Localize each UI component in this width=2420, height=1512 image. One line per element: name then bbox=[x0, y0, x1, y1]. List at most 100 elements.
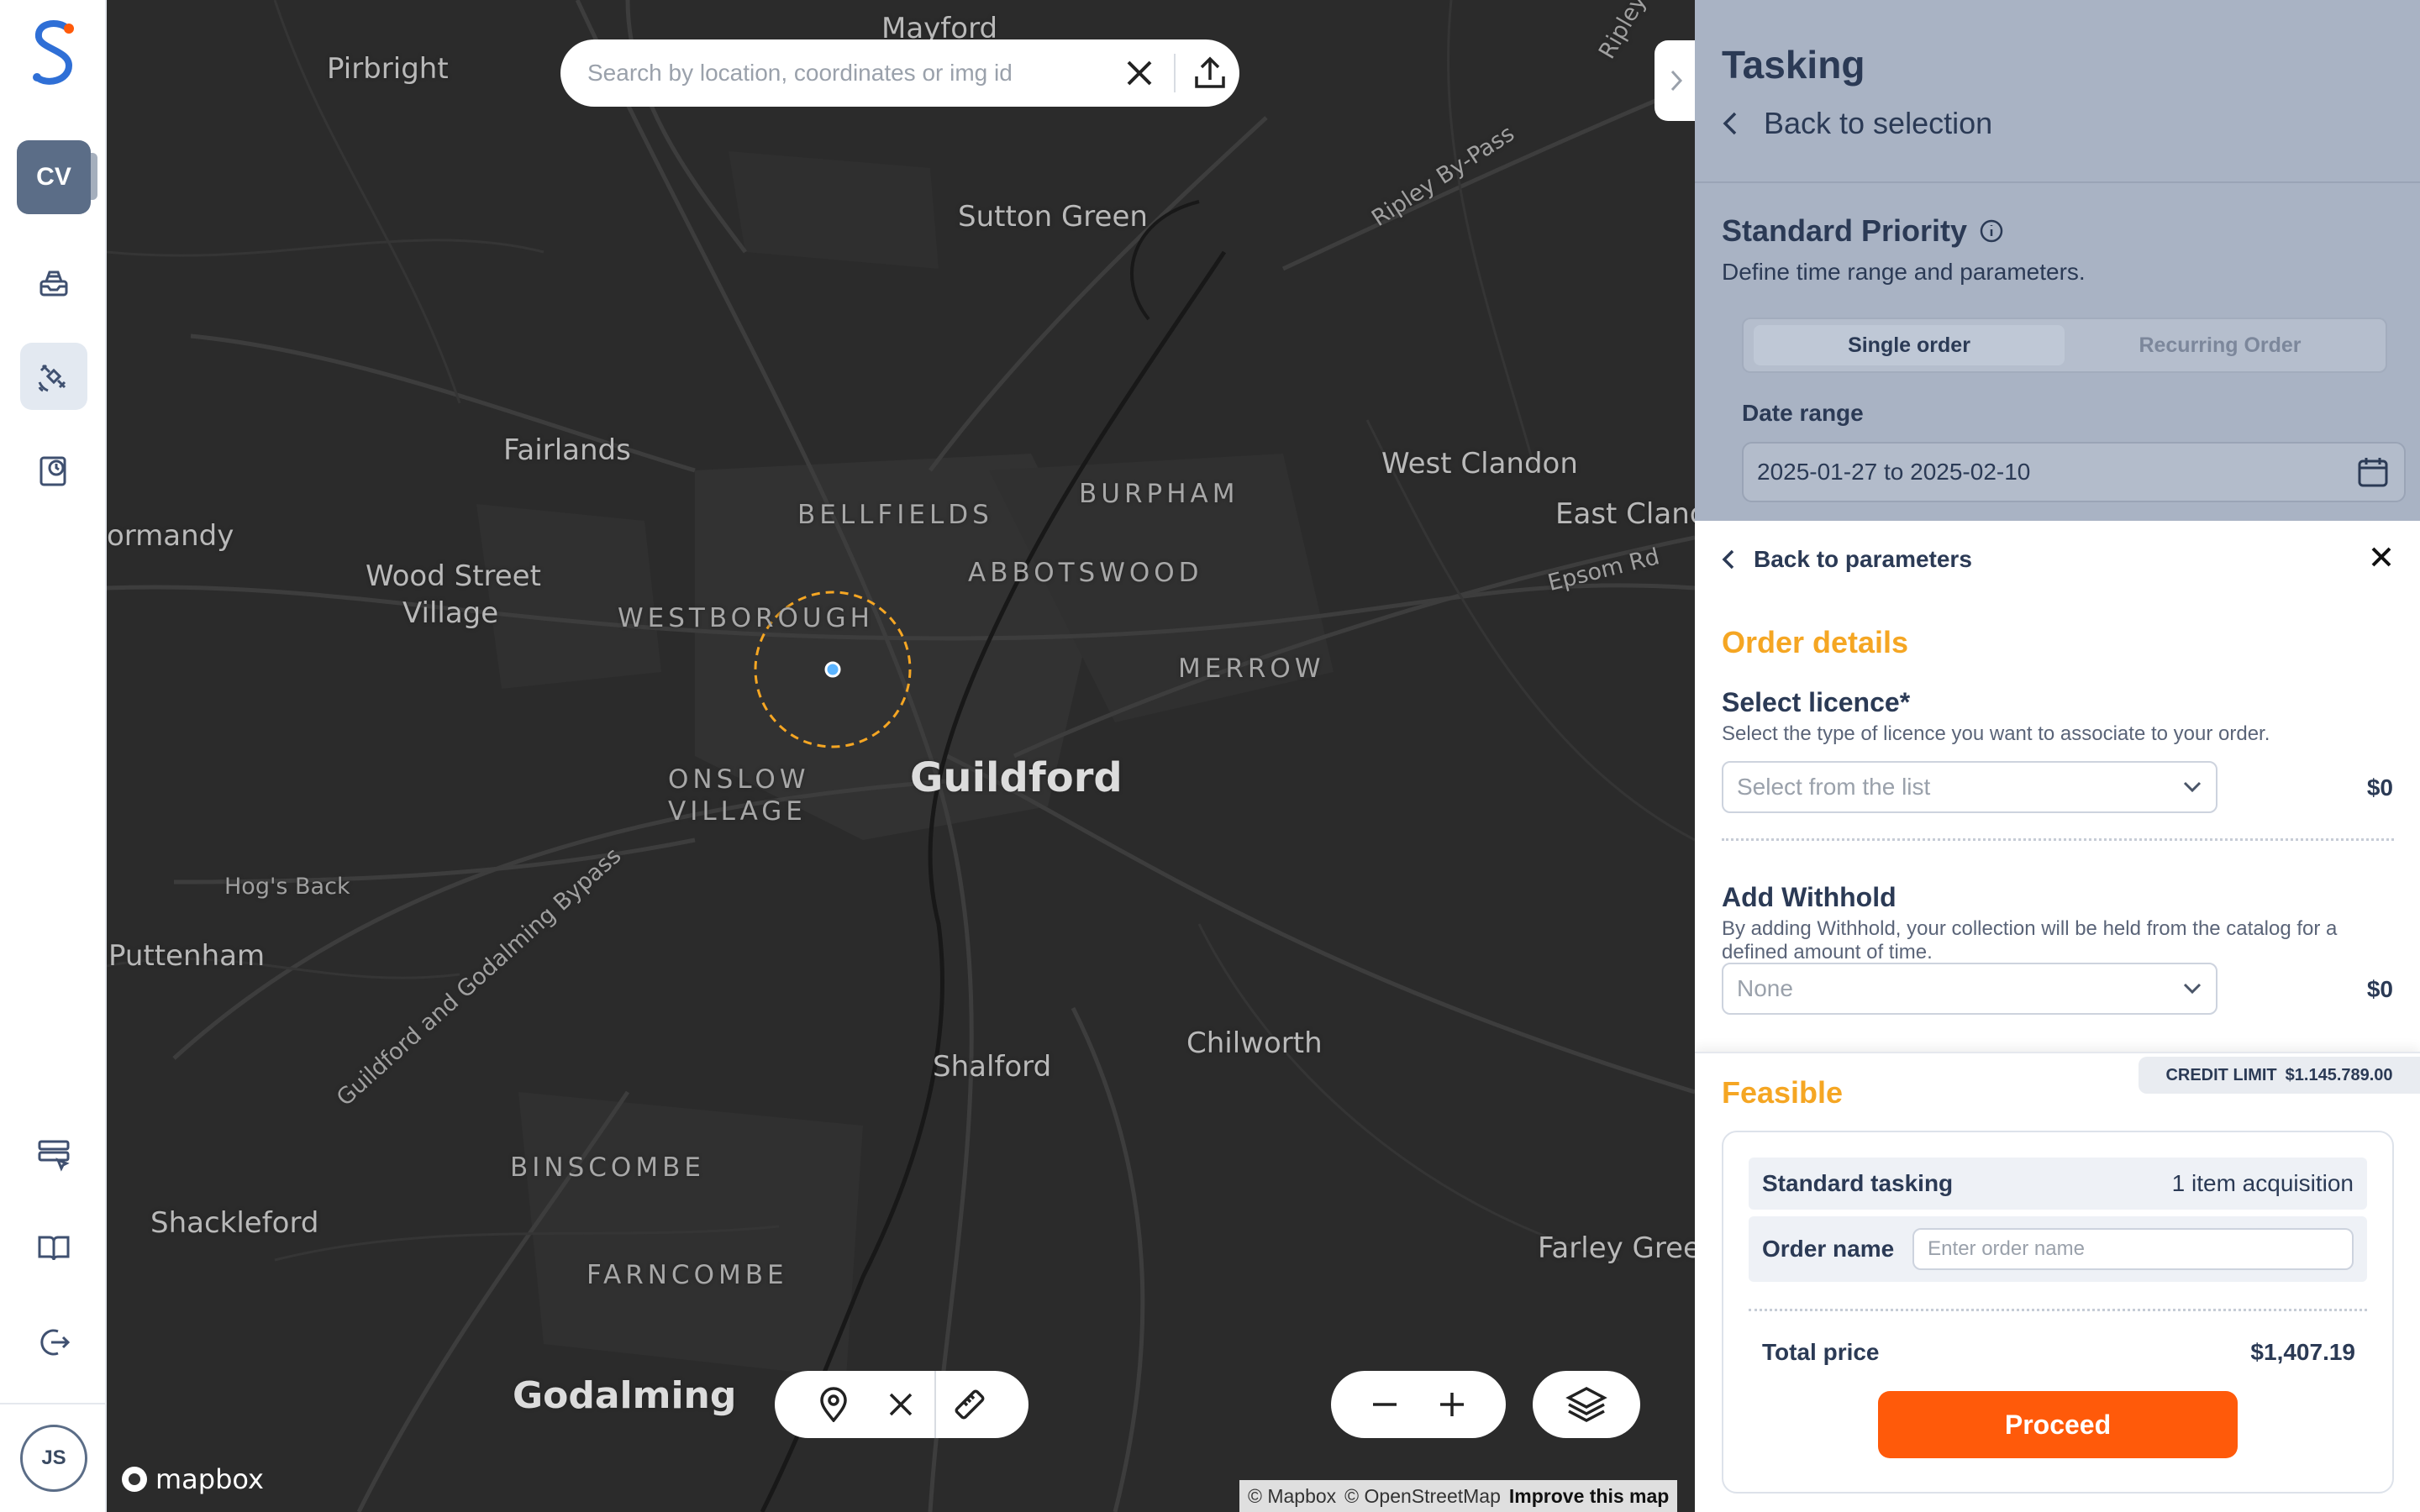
order-name-row: Order name Enter order name bbox=[1749, 1216, 2367, 1282]
panel-title: Tasking bbox=[1722, 43, 1865, 87]
layers-button[interactable] bbox=[1533, 1371, 1640, 1438]
map-label-fairlands: Fairlands bbox=[503, 433, 631, 467]
credit-limit-value: $1.145.789.00 bbox=[2285, 1065, 2393, 1084]
zoom-out-button[interactable] bbox=[1351, 1371, 1418, 1438]
map-label-godalming: Godalming bbox=[513, 1374, 737, 1417]
licence-select-placeholder: Select from the list bbox=[1737, 774, 1931, 800]
mapbox-logo[interactable]: mapbox bbox=[120, 1463, 264, 1495]
nav-item-logout[interactable] bbox=[20, 1309, 87, 1376]
satellite-icon bbox=[38, 364, 66, 392]
single-order-tab[interactable]: Single order bbox=[1754, 325, 2065, 365]
back-to-parameters-label: Back to parameters bbox=[1754, 546, 1972, 572]
zoom-in-button[interactable] bbox=[1418, 1371, 1486, 1438]
total-price-value: $1,407.19 bbox=[2250, 1339, 2355, 1365]
order-details-title: Order details bbox=[1722, 625, 1909, 659]
map-label-guildford: Guildford bbox=[910, 754, 1123, 801]
nav-item-inbox[interactable] bbox=[20, 250, 87, 318]
tasking-parameters-dimmed: Tasking Back to selection Standard Prior… bbox=[1695, 0, 2420, 521]
map-label-east-clandon: East Cland bbox=[1555, 497, 1695, 531]
book-icon bbox=[38, 1236, 70, 1261]
withhold-select-value: None bbox=[1737, 975, 1793, 1001]
feasible-title: Feasible bbox=[1722, 1075, 1844, 1110]
search-divider bbox=[1174, 54, 1176, 92]
improve-map-link[interactable]: Improve this map bbox=[1509, 1485, 1669, 1508]
map-attribution: © Mapbox © OpenStreetMap Improve this ma… bbox=[1239, 1480, 1678, 1512]
chevron-down-icon bbox=[2183, 983, 2202, 995]
app-logo[interactable] bbox=[29, 18, 79, 89]
measure-button[interactable] bbox=[936, 1371, 1003, 1438]
user-initials: JS bbox=[41, 1446, 66, 1469]
attribution-osm-link[interactable]: © OpenStreetMap bbox=[1344, 1485, 1501, 1508]
priority-subtitle: Define time range and parameters. bbox=[1722, 259, 2086, 285]
date-range-label: Date range bbox=[1742, 400, 1864, 426]
info-icon[interactable] bbox=[1979, 218, 2004, 244]
workspace-button[interactable]: CV bbox=[17, 140, 91, 214]
nav-item-tasking-list[interactable] bbox=[20, 1121, 87, 1188]
total-price-label: Total price bbox=[1762, 1339, 1880, 1365]
clear-drawing-button[interactable] bbox=[867, 1371, 934, 1438]
drawing-toolbar bbox=[775, 1371, 1028, 1438]
order-mode-toggle: Single order Recurring Order bbox=[1742, 318, 2387, 373]
map-label-bellfields: BELLFIELDS bbox=[797, 500, 993, 530]
tasking-panel: Tasking Back to selection Standard Prior… bbox=[1695, 0, 2420, 1512]
list-cursor-icon bbox=[38, 1140, 70, 1172]
map-label-shalford: Shalford bbox=[933, 1050, 1052, 1084]
map-label-merrow: MERROW bbox=[1178, 654, 1325, 684]
summary-divider bbox=[1749, 1309, 2367, 1311]
back-to-parameters-button[interactable]: Back to parameters bbox=[1722, 546, 1972, 573]
order-summary-card: Standard tasking 1 item acquisition Orde… bbox=[1722, 1131, 2394, 1494]
recurring-order-tab[interactable]: Recurring Order bbox=[2065, 325, 2375, 365]
priority-title-text: Standard Priority bbox=[1722, 213, 1968, 248]
order-name-input[interactable]: Enter order name bbox=[1912, 1228, 2354, 1270]
chevron-down-icon bbox=[2183, 781, 2202, 793]
map-label-chilworth: Chilworth bbox=[1186, 1026, 1323, 1060]
clear-search-button[interactable] bbox=[1110, 48, 1169, 98]
map-label-westborough: WESTBOROUGH bbox=[618, 603, 874, 633]
map-label-hogs-back: Hog's Back bbox=[224, 874, 350, 900]
licence-price: $0 bbox=[2366, 774, 2393, 801]
credit-limit-label: CREDIT LIMIT bbox=[2165, 1065, 2277, 1084]
inbox-icon bbox=[39, 270, 68, 297]
back-to-selection-label: Back to selection bbox=[1764, 106, 1993, 140]
map-label-wood-street-village: Village bbox=[402, 596, 499, 630]
withhold-select[interactable]: None bbox=[1722, 963, 2217, 1015]
close-icon[interactable] bbox=[2370, 546, 2392, 568]
map-label-shackleford: Shackleford bbox=[150, 1206, 319, 1240]
withhold-price: $0 bbox=[2366, 976, 2393, 1002]
map-label-sutton-green: Sutton Green bbox=[958, 200, 1148, 234]
left-nav: CV JS bbox=[0, 0, 107, 1512]
date-range-input[interactable]: 2025-01-27 to 2025-02-10 bbox=[1742, 442, 2406, 502]
workspace-indicator bbox=[89, 153, 97, 200]
minus-icon bbox=[1373, 1403, 1397, 1406]
withhold-description: By adding Withhold, your collection will… bbox=[1722, 917, 2338, 963]
map-label-farley-green: Farley Gree bbox=[1538, 1231, 1695, 1265]
collapse-panel-button[interactable] bbox=[1655, 40, 1695, 121]
pin-icon bbox=[820, 1387, 847, 1422]
nav-item-docs[interactable] bbox=[20, 1215, 87, 1282]
mapbox-icon bbox=[122, 1467, 147, 1492]
nav-item-history[interactable] bbox=[20, 437, 87, 504]
licence-select[interactable]: Select from the list bbox=[1722, 761, 2217, 813]
tasking-value: 1 item acquisition bbox=[2171, 1170, 2354, 1196]
map-label-onslow-village: VILLAGE bbox=[668, 796, 807, 827]
back-to-selection-button[interactable]: Back to selection bbox=[1722, 106, 1992, 141]
attribution-mapbox-link[interactable]: © Mapbox bbox=[1248, 1485, 1336, 1508]
calendar-icon[interactable] bbox=[2355, 454, 2391, 490]
map-label-farncombe: FARNCOMBE bbox=[587, 1260, 788, 1290]
tasking-label: Standard tasking bbox=[1762, 1170, 1954, 1196]
close-icon bbox=[889, 1393, 913, 1416]
feasibility-section: Feasible CREDIT LIMIT $1.145.789.00 Stan… bbox=[1695, 1052, 2420, 1512]
map-label-west-clandon: West Clandon bbox=[1381, 447, 1578, 480]
map-canvas[interactable]: Mayford Pirbright Sutton Green Ripley By… bbox=[107, 0, 1695, 1512]
logout-icon bbox=[40, 1329, 71, 1356]
nav-item-satellite[interactable] bbox=[20, 343, 87, 410]
upload-icon bbox=[1195, 56, 1225, 88]
place-pin-button[interactable] bbox=[800, 1371, 867, 1438]
workspace-initials: CV bbox=[36, 163, 71, 191]
user-avatar[interactable]: JS bbox=[20, 1425, 87, 1492]
map-label-wood-street: Wood Street bbox=[366, 559, 541, 593]
map-search-input[interactable]: Search by location, coordinates or img i… bbox=[587, 60, 1110, 87]
map-search-bar: Search by location, coordinates or img i… bbox=[560, 39, 1239, 107]
upload-button[interactable] bbox=[1181, 48, 1239, 98]
proceed-button[interactable]: Proceed bbox=[1878, 1391, 2238, 1458]
